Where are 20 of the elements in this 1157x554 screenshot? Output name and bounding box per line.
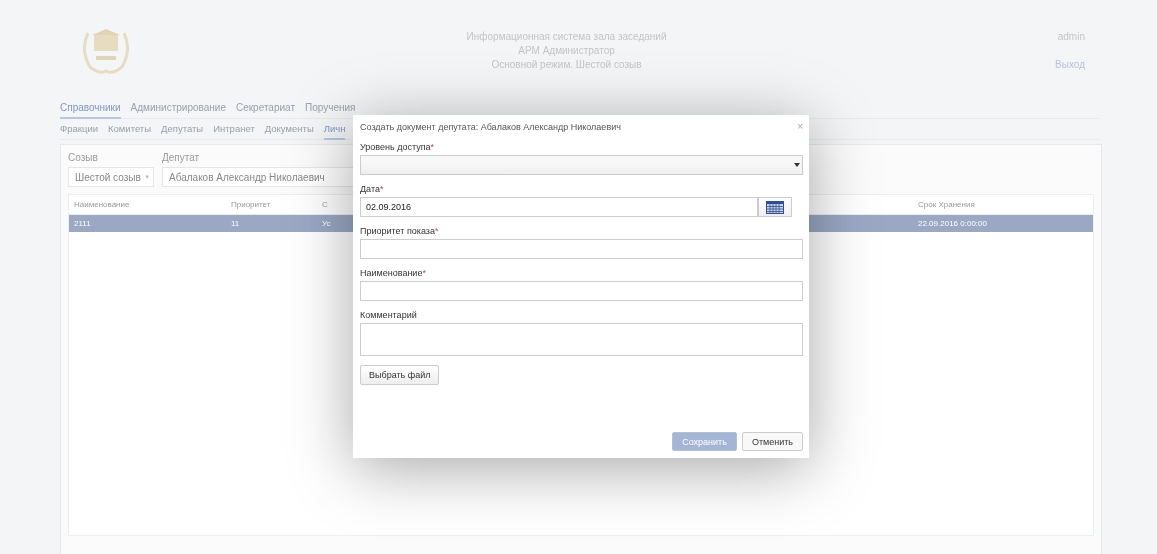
- filter-label: Депутат: [162, 152, 201, 163]
- required-mark: *: [434, 226, 439, 236]
- column-header: Срок Хранения: [918, 200, 975, 209]
- table-cell: Ус: [322, 219, 331, 228]
- required-mark: *: [430, 142, 435, 152]
- field-label: Приоритет показа: [360, 226, 435, 236]
- field-label: Комментарий: [360, 310, 417, 320]
- table-cell: 2111: [74, 219, 91, 228]
- table-cell: 22.09.2016 0:00:00: [918, 219, 987, 228]
- required-mark: *: [422, 268, 426, 278]
- field-label: Дата: [360, 184, 380, 194]
- field-label: Уровень доступа: [360, 142, 431, 152]
- table-cell: 11: [231, 219, 240, 228]
- column-header: С: [322, 200, 328, 209]
- field-label: Наименование: [360, 268, 423, 278]
- dialog-title: Создать документ депутата: Абалаков Александр Николаевич: [360, 121, 621, 132]
- filter-label: Созыв: [68, 152, 99, 163]
- column-header: Приоритет: [231, 200, 271, 209]
- required-mark: *: [379, 184, 384, 194]
- column-header: Наименование: [74, 200, 130, 209]
